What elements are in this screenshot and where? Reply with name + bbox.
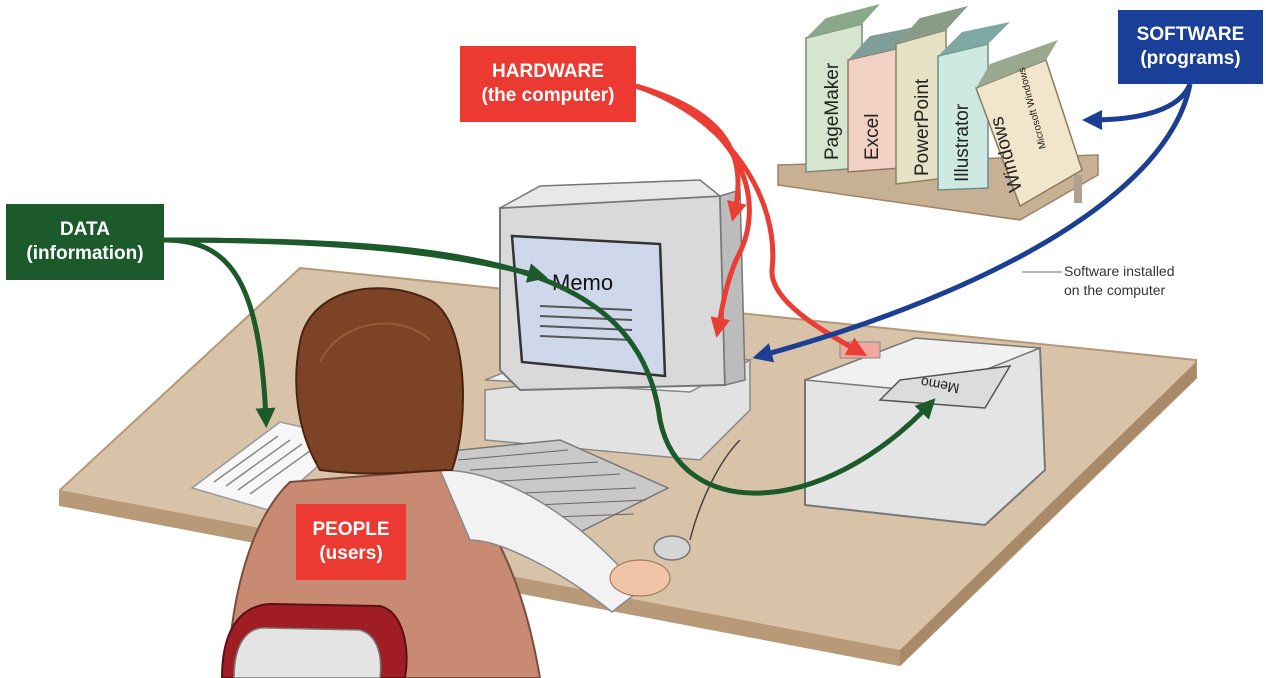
people-label-title: PEOPLE [312,519,390,541]
caption-line-1: Software installed [1064,263,1175,279]
book-label: PowerPoint [912,78,933,176]
caption-line-2: on the computer [1064,281,1166,298]
hardware-label-title: HARDWARE [492,61,604,83]
hardware-label: HARDWARE (the computer) [460,46,636,122]
software-label-title: SOFTWARE [1136,24,1245,46]
book-label: Excel [862,114,883,160]
chair [220,602,408,678]
book-label: Illustrator [952,103,973,182]
book-label: PageMaker [822,62,843,160]
people-label-subtitle: (users) [319,543,383,564]
monitor-screen: Memo [510,234,667,378]
software-installed-caption: Software installed on the computer [1064,262,1204,300]
hardware-label-subtitle: (the computer) [481,85,615,106]
data-label-subtitle: (information) [26,243,144,264]
printer: Memo [804,337,1047,527]
people-label: PEOPLE (users) [296,504,406,580]
software-label: SOFTWARE (programs) [1118,10,1263,84]
screen-text: Memo [552,270,613,295]
data-label: DATA (information) [6,204,164,280]
software-label-subtitle: (programs) [1140,48,1241,69]
data-label-title: DATA [60,219,110,241]
